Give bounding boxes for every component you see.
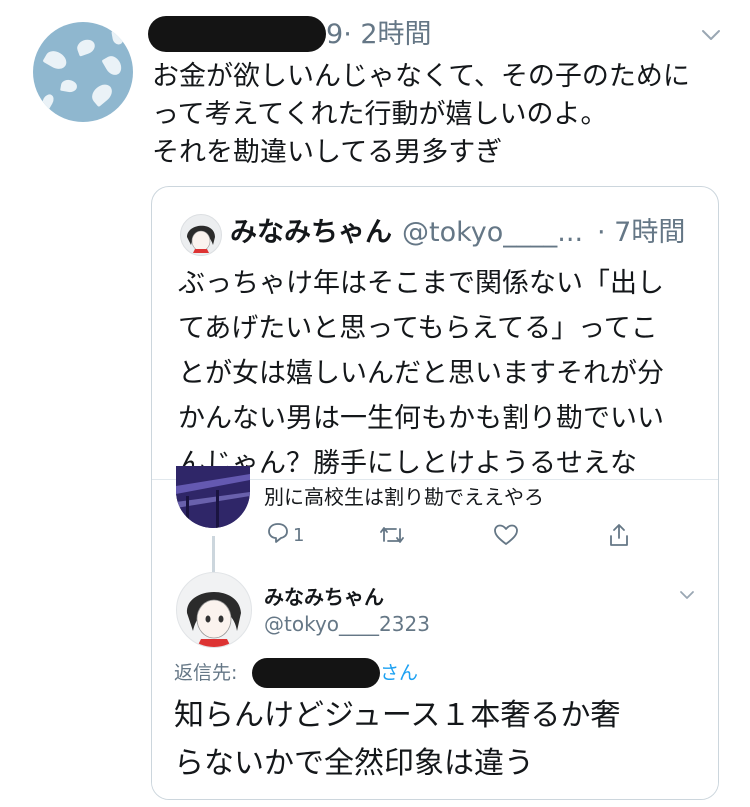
tweet-text-line: それを勘違いしてる男多すぎ: [152, 137, 503, 168]
handle-tail: 9: [326, 19, 344, 50]
parent-avatar: [176, 466, 250, 528]
reply-text: 知らんけどジュース１本奢るか奢 らないかで全然印象は違う: [174, 692, 704, 788]
share-icon[interactable]: [607, 522, 631, 548]
quote-avatar: [180, 214, 222, 256]
reply-author-avatar[interactable]: [176, 572, 252, 648]
quote-text-line: ぶっちゃけ年はそこまで関係ない「出し: [178, 268, 664, 299]
quote-tweet-card[interactable]: みなみちゃん @tokyo____... · 7時間 ぶっちゃけ年はそこまで関係…: [151, 186, 719, 800]
chevron-down-icon[interactable]: [678, 586, 696, 604]
reply-text-line: らないかで全然印象は違う: [174, 746, 534, 781]
tweet-meta: 9· 2時間: [326, 20, 432, 50]
reply-icon[interactable]: [266, 521, 290, 549]
retweet-icon[interactable]: [378, 522, 406, 548]
quote-author-handle[interactable]: @tokyo____...: [402, 213, 583, 253]
quote-author-name[interactable]: みなみちゃん: [230, 213, 392, 253]
reply-action[interactable]: 1: [266, 522, 304, 548]
quote-time[interactable]: · 7時間: [597, 213, 685, 253]
attached-screenshot[interactable]: 別に高校生は割り勘でええやろ 1 みなみちゃん @tokyo____2323 返…: [152, 466, 718, 799]
user-avatar[interactable]: [33, 22, 133, 122]
reply-text-line: 知らんけどジュース１本奢るか奢: [174, 698, 621, 733]
heart-icon[interactable]: [493, 522, 519, 548]
reply-author-handle[interactable]: @tokyo____2323: [264, 610, 430, 638]
parent-reply-text: 別に高校生は割り勘でええやろ: [264, 485, 544, 509]
quote-text-line: てあげたいと思ってもらえてる」ってこ: [178, 313, 658, 344]
reply-count: 1: [293, 524, 305, 546]
thread-connector: [212, 536, 215, 572]
reply-author-name[interactable]: みなみちゃん: [264, 584, 384, 610]
quote-text-line: とが女は嬉しいんだと思いますそれが分: [178, 358, 664, 389]
chevron-down-icon[interactable]: [700, 24, 722, 46]
redacted-username: [252, 658, 380, 688]
reply-to-label: 返信先:: [174, 662, 238, 684]
redacted-username: [148, 16, 326, 52]
tweet-text-line: お金が欲しいんじゃなくて、その子のために: [152, 61, 690, 92]
tweet-text-line: って考えてくれた行動が嬉しいのよ。: [152, 99, 608, 130]
quote-text-line: かんない男は一生何もかも割り勘でいい: [178, 403, 664, 434]
reply-to-suffix[interactable]: さん: [380, 660, 418, 686]
tweet-text: お金が欲しいんじゃなくて、その子のために って考えてくれた行動が嬉しいのよ。 そ…: [152, 58, 722, 172]
quote-text: ぶっちゃけ年はそこまで関係ない「出し てあげたいと思ってもらえてる」ってこ とが…: [178, 261, 698, 486]
tweet-time[interactable]: · 2時間: [343, 19, 431, 50]
